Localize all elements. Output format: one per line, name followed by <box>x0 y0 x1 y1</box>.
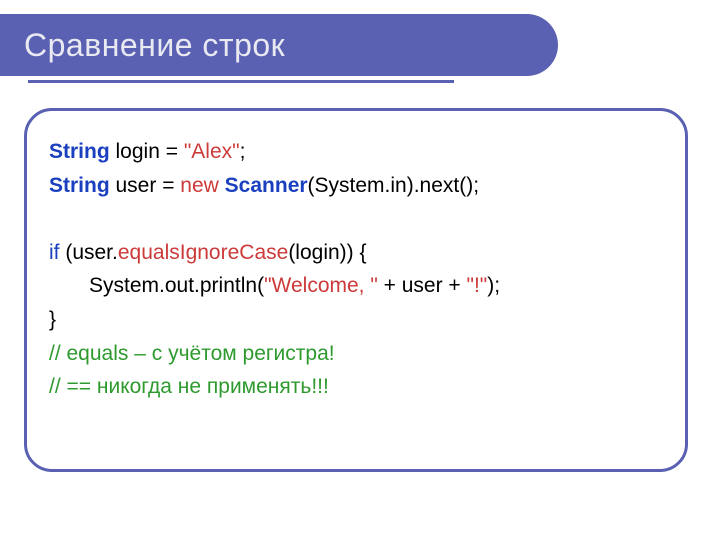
comment: // == никогда не применять!!! <box>49 375 329 398</box>
code-line-8: // == никогда не применять!!! <box>49 370 663 404</box>
code-line-2: String user = new Scanner(System.in).nex… <box>49 169 663 203</box>
code-line-6: } <box>49 303 663 337</box>
string-literal: "!" <box>467 274 488 297</box>
code-line-5: System.out.println("Welcome, " + user + … <box>49 269 663 303</box>
class-name: Scanner <box>225 174 308 197</box>
comment: // equals – с учётом регистра! <box>49 342 335 365</box>
code-line-7: // equals – с учётом регистра! <box>49 337 663 371</box>
code-text: + user + <box>378 274 467 297</box>
string-literal: "Welcome, " <box>264 274 378 297</box>
code-line-4: if (user.equalsIgnoreCase(login)) { <box>49 236 663 270</box>
code-text: login = <box>110 140 184 163</box>
brace: } <box>49 308 56 331</box>
code-text: (login)) { <box>288 241 366 264</box>
code-text: user = <box>110 174 181 197</box>
code-box: String login = "Alex"; String user = new… <box>24 108 688 472</box>
code-text: ); <box>487 274 500 297</box>
title-band: Сравнение строк <box>0 14 558 76</box>
code-text: System.out.println( <box>89 274 264 297</box>
slide: Сравнение строк String login = "Alex"; S… <box>0 0 720 540</box>
title-underline <box>28 80 454 83</box>
slide-title: Сравнение строк <box>24 27 285 64</box>
code-line-1: String login = "Alex"; <box>49 135 663 169</box>
keyword-if: if <box>49 241 60 264</box>
keyword-type: String <box>49 174 110 197</box>
keyword-type: String <box>49 140 110 163</box>
method-name: equalsIgnoreCase <box>118 241 288 264</box>
code-line-blank <box>49 202 663 236</box>
code-text: (System.in).next(); <box>308 174 480 197</box>
code-text: ; <box>240 140 246 163</box>
code-text: (user. <box>60 241 118 264</box>
keyword-new: new <box>180 174 219 197</box>
string-literal: "Alex" <box>184 140 240 163</box>
blank <box>49 207 55 230</box>
